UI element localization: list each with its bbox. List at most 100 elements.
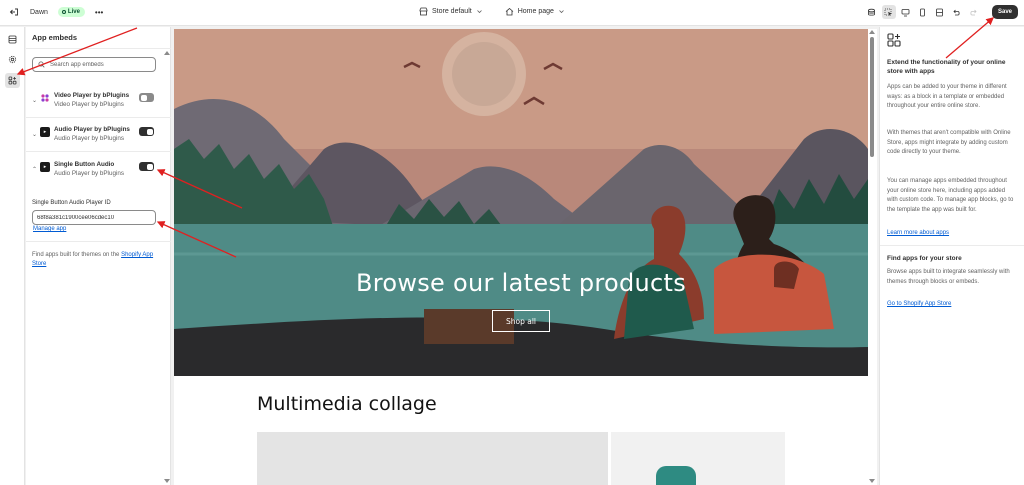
collage-title: Multimedia collage bbox=[257, 393, 437, 415]
inspector-button[interactable] bbox=[865, 5, 879, 19]
embed-toggle[interactable] bbox=[139, 162, 154, 171]
chevron-up-icon[interactable]: ⌃ bbox=[32, 166, 37, 173]
find-apps-copy: Find apps built for themes on the bbox=[32, 252, 120, 258]
database-icon bbox=[868, 8, 876, 15]
apps-info-paragraph: Apps can be added to your theme in diffe… bbox=[887, 84, 1007, 110]
cursor-select-icon bbox=[885, 8, 893, 16]
shop-all-button[interactable]: Shop all bbox=[492, 310, 550, 332]
embed-name: Single Button Audio bbox=[54, 161, 115, 168]
hero-heading: Browse our latest products bbox=[355, 269, 687, 297]
embed-row-single-button-audio[interactable]: ⌃ ▸ Single Button Audio Audio Player by … bbox=[26, 157, 163, 187]
panel-scrollbar[interactable] bbox=[163, 49, 170, 485]
page-select[interactable]: Home page bbox=[505, 7, 565, 16]
embed-row-audio-player[interactable]: ⌄ ▸ Audio Player by bPlugins Audio Playe… bbox=[26, 122, 163, 152]
search-box[interactable] bbox=[32, 57, 156, 72]
sections-icon bbox=[8, 35, 17, 44]
undo-icon bbox=[953, 9, 961, 15]
divider bbox=[26, 241, 171, 242]
player-id-label: Single Button Audio Player ID bbox=[32, 200, 111, 206]
desktop-view-button[interactable] bbox=[899, 5, 913, 19]
embed-subtitle: Audio Player by bPlugins bbox=[54, 135, 125, 142]
embed-row-video-player[interactable]: ⌄ Video Player by bPlugins Video Player … bbox=[26, 88, 163, 118]
divider bbox=[880, 245, 1024, 246]
theme-settings-button[interactable] bbox=[5, 52, 20, 67]
desktop-icon bbox=[902, 8, 910, 16]
theme-preview[interactable]: Browse our latest products Shop all Mult… bbox=[174, 29, 868, 485]
home-icon bbox=[505, 7, 513, 16]
chevron-down-icon bbox=[476, 10, 482, 14]
top-bar: Dawn Live ••• Store default Home page Sa… bbox=[0, 0, 1024, 26]
embed-toggle[interactable] bbox=[139, 127, 154, 136]
store-select[interactable]: Store default bbox=[419, 7, 483, 16]
manage-app-link[interactable]: Manage app bbox=[33, 226, 66, 232]
embed-toggle[interactable] bbox=[139, 93, 154, 102]
embed-name: Video Player by bPlugins bbox=[54, 92, 130, 99]
embed-subtitle: Video Player by bPlugins bbox=[54, 101, 124, 108]
more-actions-button[interactable]: ••• bbox=[95, 8, 103, 17]
select-tool-button[interactable] bbox=[881, 5, 896, 19]
chevron-down-icon[interactable]: ⌄ bbox=[32, 97, 37, 104]
scroll-down-arrow-icon[interactable] bbox=[869, 479, 875, 483]
apps-icon bbox=[8, 76, 17, 85]
video-player-logo-icon bbox=[40, 93, 50, 103]
embed-name: Audio Player by bPlugins bbox=[54, 126, 130, 133]
find-apps-title: Find apps for your store bbox=[887, 255, 962, 262]
player-id-input[interactable] bbox=[32, 210, 156, 225]
toggle-knob bbox=[140, 94, 147, 101]
redo-icon bbox=[970, 9, 978, 15]
divider bbox=[26, 48, 171, 49]
hero-banner[interactable]: Browse our latest products Shop all bbox=[174, 29, 868, 376]
apps-info-paragraph: With themes that aren't compatible with … bbox=[887, 130, 1011, 156]
app-embeds-panel: App embeds ⌄ Video Player by bPlugins Vi… bbox=[26, 27, 171, 485]
scrollbar-thumb[interactable] bbox=[870, 37, 874, 157]
apps-plus-icon bbox=[887, 33, 901, 47]
mobile-view-button[interactable] bbox=[916, 5, 930, 19]
apps-info-panel: Extend the functionality of your online … bbox=[879, 27, 1024, 485]
panel-title: App embeds bbox=[32, 33, 78, 42]
collage-image-product[interactable] bbox=[611, 432, 785, 485]
page-select-label: Home page bbox=[517, 8, 554, 15]
find-apps-text: Find apps built for themes on the Shopif… bbox=[32, 251, 156, 269]
find-apps-paragraph: Browse apps built to integrate seamlessl… bbox=[887, 269, 1010, 285]
full-width-button[interactable] bbox=[933, 5, 947, 19]
store-icon bbox=[419, 7, 428, 16]
search-icon bbox=[38, 61, 45, 68]
toggle-knob bbox=[146, 128, 153, 135]
top-bar-right: Save bbox=[865, 5, 1018, 19]
embed-subtitle: Audio Player by bPlugins bbox=[54, 170, 125, 177]
left-rail bbox=[0, 27, 25, 485]
app-embeds-button[interactable] bbox=[5, 73, 20, 88]
search-input[interactable] bbox=[50, 61, 150, 68]
preview-scrollbar[interactable] bbox=[868, 29, 877, 485]
scroll-down-arrow-icon[interactable] bbox=[164, 479, 170, 483]
single-button-audio-logo-icon: ▸ bbox=[40, 162, 50, 172]
theme-name: Dawn bbox=[30, 8, 48, 16]
apps-info-paragraph: You can manage apps embedded throughout … bbox=[887, 178, 1014, 213]
scroll-up-arrow-icon[interactable] bbox=[164, 51, 170, 55]
divider bbox=[26, 151, 171, 152]
live-badge: Live bbox=[57, 7, 85, 17]
redo-button[interactable] bbox=[967, 5, 981, 19]
live-dot-icon bbox=[61, 10, 66, 14]
collage-image-placeholder[interactable] bbox=[257, 432, 608, 485]
top-bar-selectors: Store default Home page bbox=[419, 7, 565, 16]
store-select-label: Store default bbox=[432, 8, 472, 15]
undo-button[interactable] bbox=[950, 5, 964, 19]
go-to-app-store-link[interactable]: Go to Shopify App Store bbox=[887, 301, 951, 307]
audio-player-logo-icon: ▸ bbox=[40, 127, 50, 137]
gear-icon bbox=[8, 55, 17, 64]
toggle-knob bbox=[146, 163, 153, 170]
top-bar-left: Dawn Live ••• bbox=[8, 6, 103, 18]
divider bbox=[26, 117, 171, 118]
chevron-down-icon[interactable]: ⌄ bbox=[32, 131, 37, 138]
exit-icon[interactable] bbox=[8, 6, 20, 18]
sections-button[interactable] bbox=[5, 32, 20, 47]
mobile-icon bbox=[920, 8, 926, 16]
save-button[interactable]: Save bbox=[991, 5, 1018, 19]
shirt-image bbox=[656, 466, 696, 485]
apps-info-title: Extend the functionality of your online … bbox=[887, 59, 1006, 75]
full-width-icon bbox=[936, 8, 944, 16]
scroll-up-arrow-icon[interactable] bbox=[869, 30, 875, 34]
chevron-down-icon bbox=[559, 10, 564, 14]
learn-more-apps-link[interactable]: Learn more about apps bbox=[887, 230, 949, 236]
